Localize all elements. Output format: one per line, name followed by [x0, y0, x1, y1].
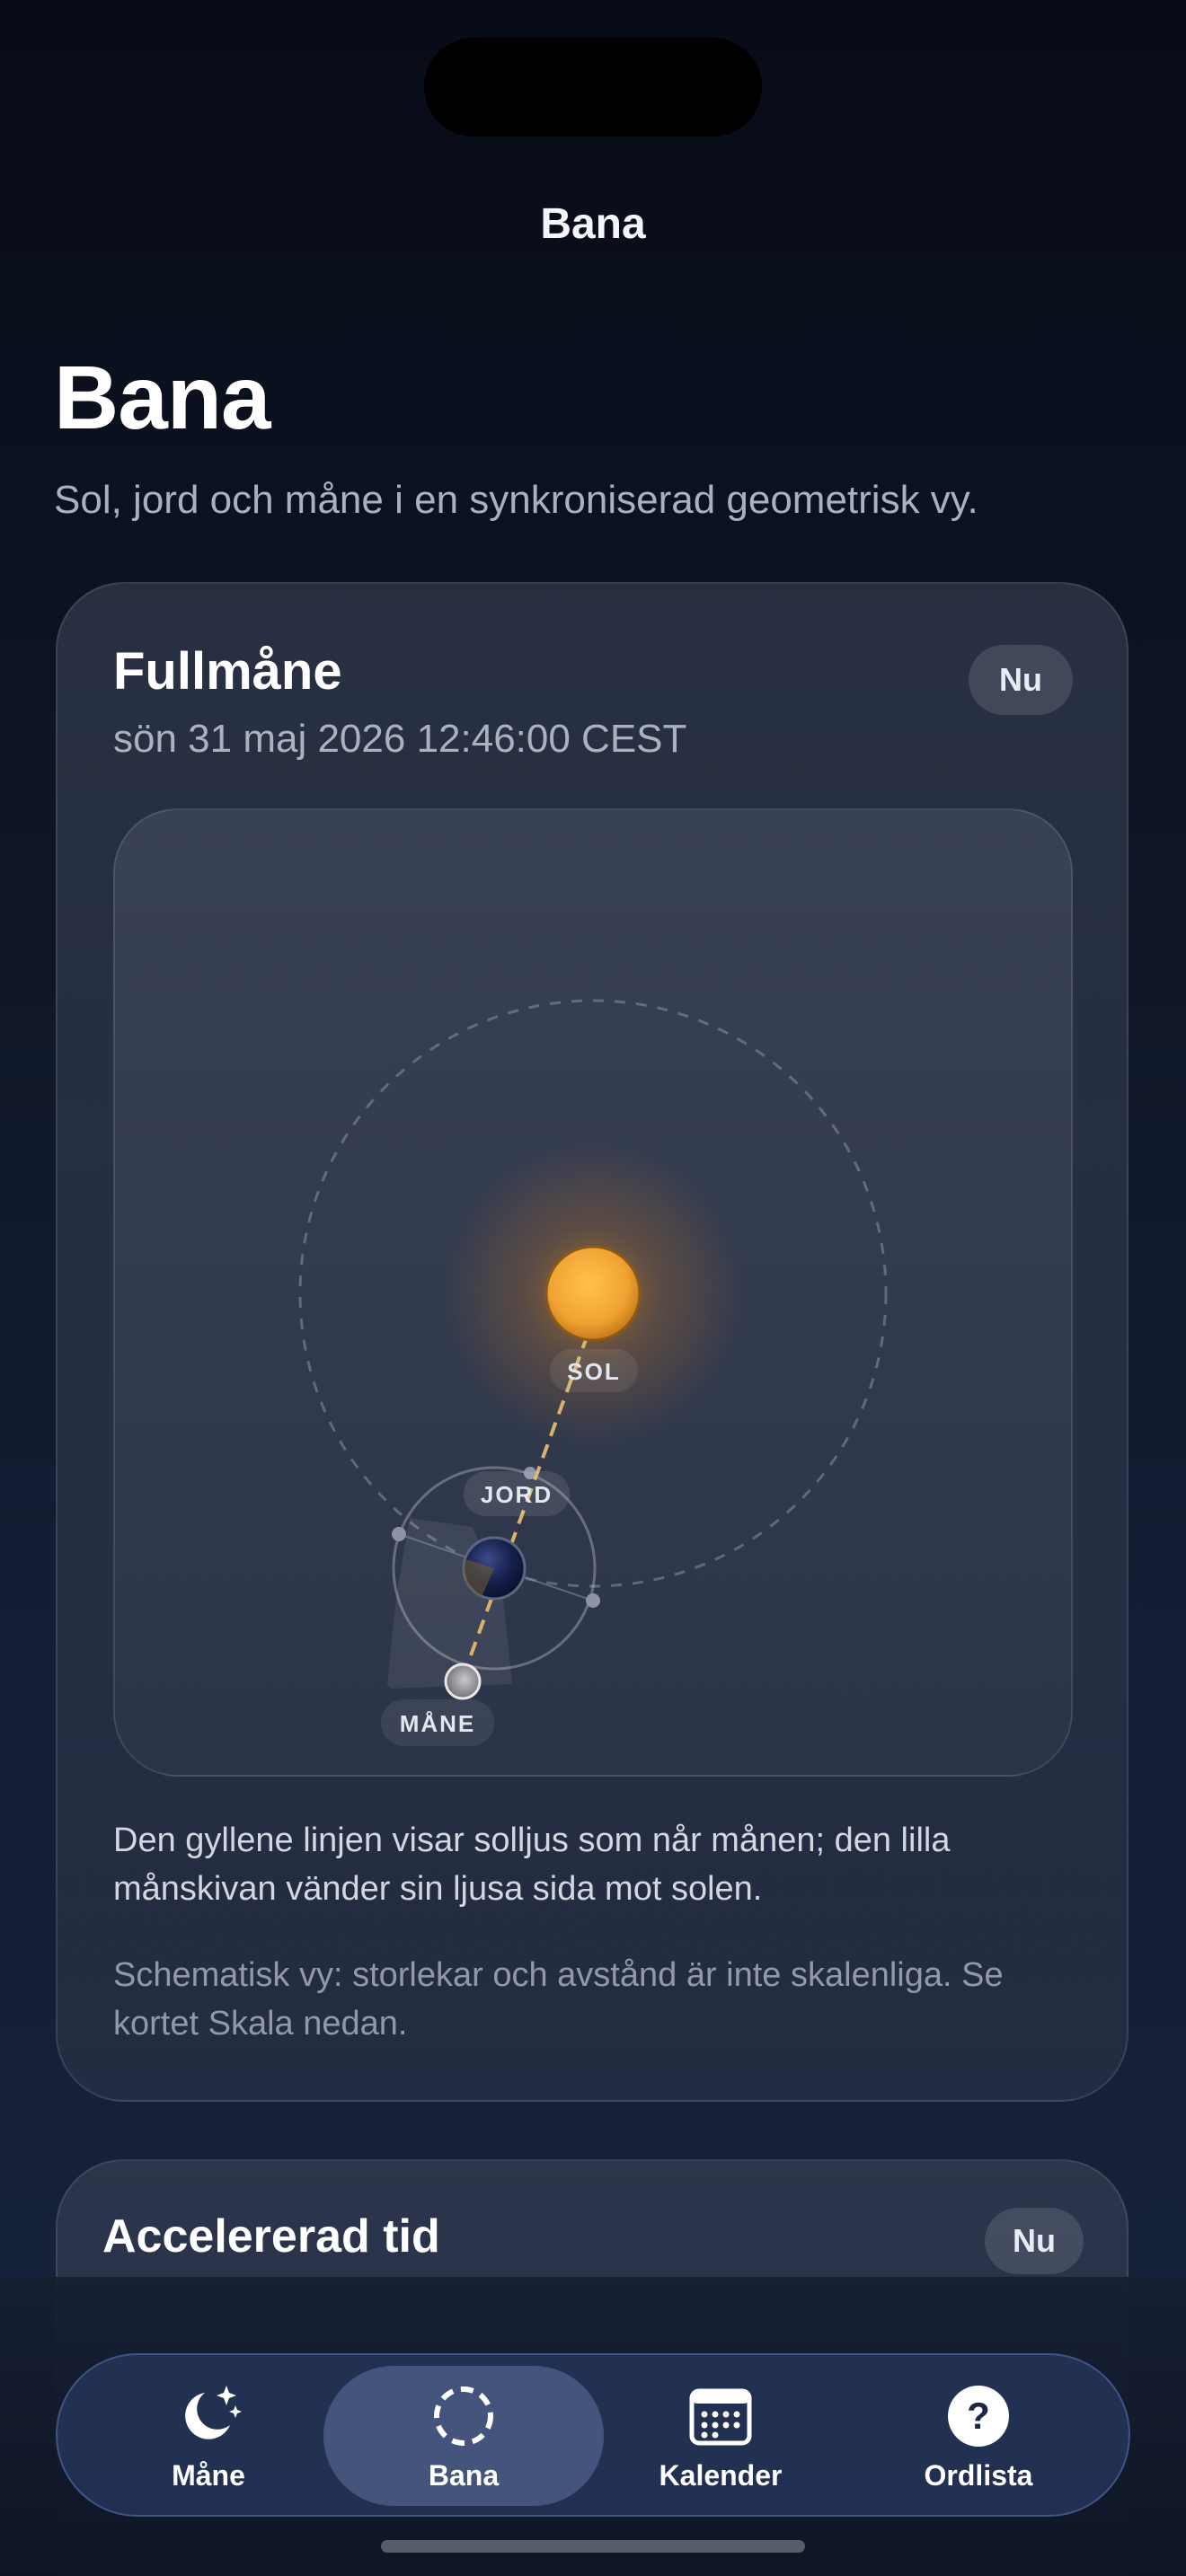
- dashed-circle-icon: [434, 2386, 493, 2446]
- moon-label: MÅNE: [400, 1710, 476, 1737]
- tab-bana-label: Bana: [428, 2458, 500, 2492]
- tab-kalender[interactable]: Kalender: [613, 2366, 828, 2506]
- tab-mane-label: Måne: [172, 2458, 245, 2492]
- page-title: Bana: [54, 348, 271, 448]
- accelerated-time-title: Accelererad tid: [102, 2210, 440, 2263]
- orbit-diagram: SOL JORD MÅNE: [298, 999, 888, 1746]
- sun-body: [544, 1245, 642, 1342]
- orbit-node-left: [392, 1527, 406, 1541]
- dynamic-island: [424, 38, 762, 137]
- tab-kalender-label: Kalender: [659, 2458, 783, 2492]
- phase-datetime: sön 31 maj 2026 12:46:00 CEST: [113, 717, 687, 761]
- svg-text:?: ?: [967, 2395, 990, 2437]
- question-icon: ?: [948, 2385, 1009, 2447]
- moon-stars-icon: [185, 2385, 242, 2439]
- earth-label: JORD: [481, 1481, 553, 1508]
- now-button[interactable]: Nu: [969, 645, 1073, 715]
- orbit-node-right: [586, 1593, 600, 1608]
- sun-label: SOL: [567, 1358, 620, 1385]
- schematic-note: Schematisk vy: storlekar och avstånd är …: [113, 1956, 1004, 2042]
- tab-ordlista-label: Ordlista: [924, 2458, 1033, 2492]
- moon-body: [444, 1663, 482, 1700]
- nav-bar-title: Bana: [540, 200, 646, 248]
- tab-ordlista[interactable]: ? Ordlista: [871, 2366, 1086, 2506]
- home-indicator: [381, 2540, 805, 2553]
- tab-mane[interactable]: Måne: [101, 2366, 316, 2506]
- sunlight-description: Den gyllene linjen visar solljus som når…: [113, 1822, 951, 1908]
- calendar-icon: [689, 2388, 752, 2445]
- tab-bana[interactable]: Bana: [356, 2366, 571, 2506]
- phase-title: Fullmåne: [113, 642, 342, 701]
- page-subtitle: Sol, jord och måne i en synkroniserad ge…: [54, 478, 978, 522]
- accelerated-now-button[interactable]: Nu: [985, 2208, 1084, 2274]
